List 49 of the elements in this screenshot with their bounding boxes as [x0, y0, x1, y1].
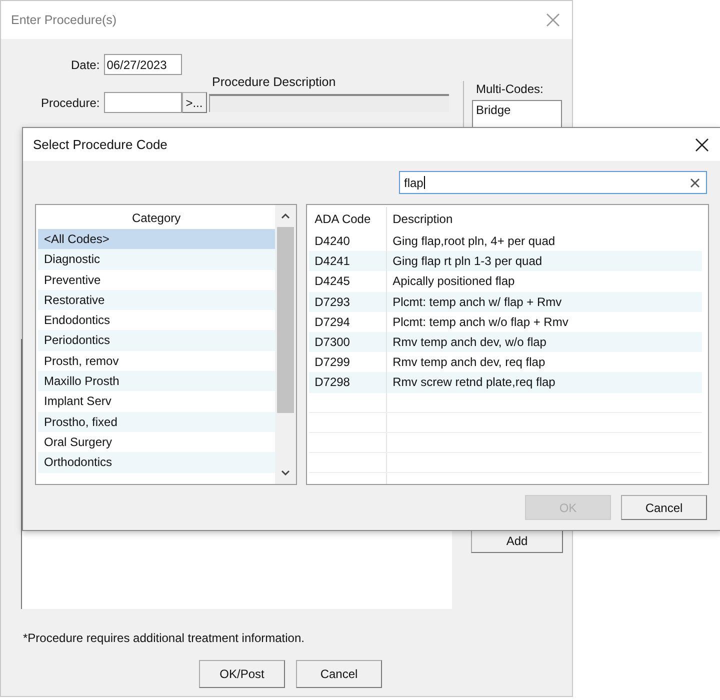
table-cell: D7298 — [308, 372, 387, 392]
column-header: Category — [130, 210, 182, 227]
category-item[interactable]: Diagnostic — [38, 249, 275, 270]
category-item[interactable]: Prosth, remov — [38, 350, 275, 372]
category-item[interactable]: Periodontics — [38, 330, 275, 351]
scroll-down-icon[interactable] — [280, 470, 290, 476]
category-item[interactable]: <All Codes> — [38, 229, 275, 250]
table-cell-text: Rmv temp anch dev, w/o flap — [392, 335, 548, 350]
category-item[interactable]: Maxillo Prosth — [38, 371, 275, 392]
list-item[interactable]: Bridge — [476, 103, 558, 117]
column-header: ADA Code — [308, 207, 387, 231]
procedure-label: Procedure: — [41, 96, 100, 110]
description-label: Procedure Description — [212, 75, 336, 89]
category-item[interactable]: Restorative — [38, 290, 275, 310]
table-cell: D4241 — [308, 251, 387, 272]
table-cell-text: Rmv screw retnd plate,req flap — [392, 375, 556, 390]
dialog-title: Select Procedure Code — [33, 137, 168, 152]
cancel-button[interactable]: Cancel — [621, 495, 707, 520]
scroll-thumb[interactable] — [276, 227, 294, 413]
cancel-button[interactable]: Cancel — [296, 660, 382, 688]
multi-codes-list[interactable]: Bridge — [472, 100, 562, 130]
category-item[interactable]: Orthodontics — [38, 452, 275, 473]
column-header: Description — [392, 212, 454, 226]
table-cell-text: Plcmt: temp anch w/ flap + Rmv — [392, 294, 563, 309]
scrollbar[interactable] — [274, 205, 296, 484]
category-item[interactable]: Endodontics — [38, 310, 275, 330]
category-item[interactable]: Preventive — [38, 270, 275, 290]
category-item[interactable]: Prostho, fixed — [38, 412, 275, 432]
date-label: Date: — [71, 58, 100, 72]
table-cell-text: Apically positioned flap — [392, 274, 516, 288]
table-cell: D7300 — [308, 332, 387, 352]
table-cell-text: Rmv temp anch dev, req flap — [392, 355, 546, 370]
multi-codes-label: Multi-Codes: — [476, 82, 544, 96]
table-cell: D7293 — [308, 292, 387, 312]
clear-icon[interactable] — [690, 178, 700, 188]
window-title: Enter Procedure(s) — [11, 13, 117, 27]
ok-post-button[interactable]: OK/Post — [199, 660, 285, 688]
category-item[interactable]: Oral Surgery — [38, 432, 275, 452]
search-field[interactable]: flap — [399, 171, 707, 194]
category-item[interactable]: Implant Serv — [38, 391, 275, 412]
footnote-text: *Procedure requires additional treatment information. — [23, 631, 304, 645]
browse-button[interactable]: >... — [182, 92, 207, 113]
procedure-field[interactable] — [104, 92, 182, 113]
table-cell-text: Ging flap,root pln, 4+ per quad — [392, 234, 556, 248]
scroll-up-icon[interactable] — [280, 213, 290, 219]
table-cell-text: Ging flap rt pln 1-3 per quad — [392, 254, 544, 268]
table-cell-text: Plcmt: temp anch w/o flap + Rmv — [392, 314, 570, 329]
date-field[interactable]: 06/27/2023 — [104, 54, 182, 75]
close-icon[interactable] — [695, 138, 709, 152]
